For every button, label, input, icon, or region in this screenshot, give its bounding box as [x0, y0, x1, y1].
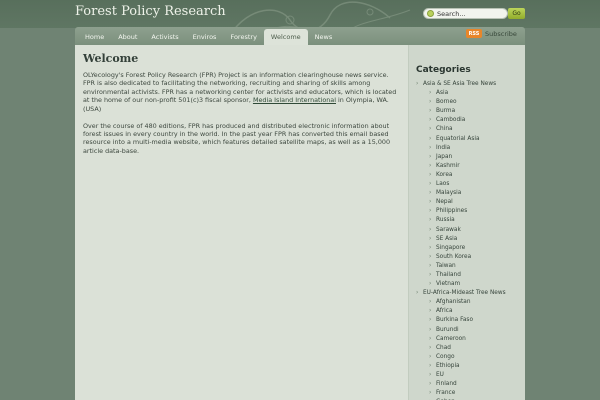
category-link[interactable]: EU — [416, 371, 525, 380]
category-link[interactable]: Vietnam — [416, 280, 525, 289]
category-group-link[interactable]: EU-Africa-Mideast Tree News — [416, 289, 525, 298]
category-link[interactable]: Nepal — [416, 198, 525, 207]
category-link[interactable]: Laos — [416, 180, 525, 189]
tab-forestry[interactable]: Forestry — [223, 29, 263, 45]
category-link[interactable]: SE Asia — [416, 235, 525, 244]
main-content: Welcome OLYecology's Forest Policy Resea… — [75, 45, 408, 400]
category-link[interactable]: Ethiopia — [416, 362, 525, 371]
category-link[interactable]: Borneo — [416, 98, 525, 107]
category-link[interactable]: Philippines — [416, 207, 525, 216]
search-input[interactable] — [437, 9, 507, 18]
category-link[interactable]: Kashmir — [416, 162, 525, 171]
category-link[interactable]: Chad — [416, 344, 525, 353]
main-nav: Home About Activists Enviros Forestry We… — [75, 27, 525, 45]
media-island-link[interactable]: Media Island International — [253, 96, 336, 104]
subcategory-list: AsiaBorneoBurmaCambodiaChinaEquatorial A… — [416, 89, 525, 289]
category-link[interactable]: India — [416, 144, 525, 153]
search-box[interactable] — [423, 8, 508, 19]
tab-enviros[interactable]: Enviros — [186, 29, 224, 45]
category-link[interactable]: Sarawak — [416, 226, 525, 235]
category-link[interactable]: Equatorial Asia — [416, 135, 525, 144]
subscribe-label[interactable]: Subscribe — [485, 30, 517, 38]
category-list: Asia & SE Asia Tree NewsAsiaBorneoBurmaC… — [416, 80, 525, 400]
category-link[interactable]: Burma — [416, 107, 525, 116]
intro-paragraph: OLYecology's Forest Policy Research (FPR… — [83, 71, 400, 113]
tab-welcome[interactable]: Welcome — [263, 29, 308, 45]
category-link[interactable]: Cambodia — [416, 116, 525, 125]
category-link[interactable]: Cameroon — [416, 335, 525, 344]
subcategory-list: AfghanistanAfricaBurkina FasoBurundiCame… — [416, 298, 525, 400]
category-group-link[interactable]: Asia & SE Asia Tree News — [416, 80, 525, 89]
category-link[interactable]: Finland — [416, 380, 525, 389]
tab-home[interactable]: Home — [78, 29, 111, 45]
category-link[interactable]: Afghanistan — [416, 298, 525, 307]
category-link[interactable]: China — [416, 125, 525, 134]
category-link[interactable]: Burundi — [416, 326, 525, 335]
category-link[interactable]: Burkina Faso — [416, 316, 525, 325]
tab-news[interactable]: News — [308, 29, 340, 45]
category-link[interactable]: Thailand — [416, 271, 525, 280]
tab-about[interactable]: About — [111, 29, 144, 45]
site-title[interactable]: Forest Policy Research — [75, 4, 226, 19]
history-paragraph: Over the course of 480 editions, FPR has… — [83, 121, 391, 155]
category-link[interactable]: France — [416, 389, 525, 398]
search-icon — [427, 10, 434, 17]
category-link[interactable]: Korea — [416, 171, 525, 180]
category-link[interactable]: Asia — [416, 89, 525, 98]
categories-heading: Categories — [416, 65, 471, 75]
page-title: Welcome — [83, 52, 139, 65]
category-link[interactable]: Singapore — [416, 244, 525, 253]
rss-icon[interactable]: RSS — [466, 29, 482, 38]
category-group: EU-Africa-Mideast Tree NewsAfghanistanAf… — [416, 289, 525, 400]
tab-activists[interactable]: Activists — [144, 29, 185, 45]
subscribe-link[interactable]: RSS Subscribe — [466, 28, 517, 39]
category-link[interactable]: Taiwan — [416, 262, 525, 271]
category-link[interactable]: Russia — [416, 216, 525, 225]
sidebar: Categories Asia & SE Asia Tree NewsAsiaB… — [408, 45, 525, 400]
category-link[interactable]: Japan — [416, 153, 525, 162]
category-link[interactable]: Malaysia — [416, 189, 525, 198]
go-button[interactable]: Go — [508, 8, 525, 19]
category-link[interactable]: South Korea — [416, 253, 525, 262]
category-link[interactable]: Africa — [416, 307, 525, 316]
category-group: Asia & SE Asia Tree NewsAsiaBorneoBurmaC… — [416, 80, 525, 289]
category-link[interactable]: Congo — [416, 353, 525, 362]
